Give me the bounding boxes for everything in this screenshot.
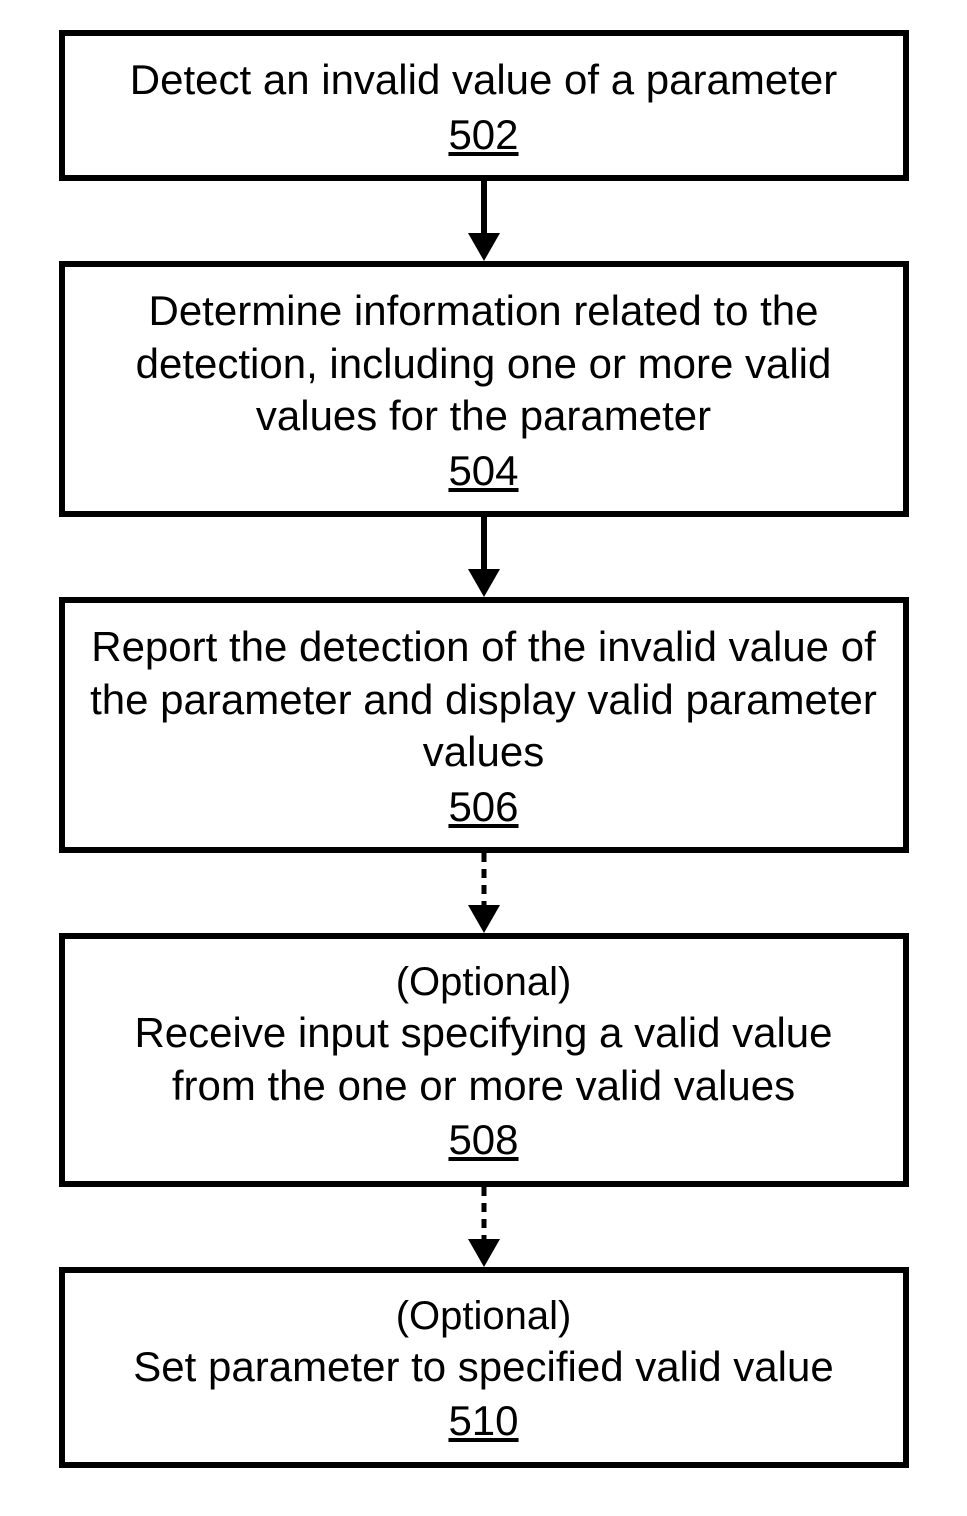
step-text: Set parameter to specified valid value — [89, 1341, 879, 1394]
connector-3 — [59, 853, 909, 933]
step-box-506: Report the detection of the invalid valu… — [59, 597, 909, 853]
step-number: 504 — [448, 445, 518, 498]
arrow-down-icon — [454, 517, 514, 597]
flowchart-container: Detect an invalid value of a parameter 5… — [0, 0, 967, 1508]
step-box-510: (Optional) Set parameter to specified va… — [59, 1267, 909, 1468]
optional-tag: (Optional) — [89, 1291, 879, 1341]
step-number: 508 — [448, 1114, 518, 1167]
step-number: 510 — [448, 1395, 518, 1448]
step-text: Report the detection of the invalid valu… — [89, 621, 879, 779]
step-text: Detect an invalid value of a parameter — [89, 54, 879, 107]
step-box-508: (Optional) Receive input specifying a va… — [59, 933, 909, 1187]
step-number: 502 — [448, 109, 518, 162]
step-box-502: Detect an invalid value of a parameter 5… — [59, 30, 909, 181]
connector-4 — [59, 1187, 909, 1267]
step-box-504: Determine information related to the det… — [59, 261, 909, 517]
step-text: Receive input specifying a valid value f… — [89, 1007, 879, 1112]
step-text: Determine information related to the det… — [89, 285, 879, 443]
step-number: 506 — [448, 781, 518, 834]
optional-tag: (Optional) — [89, 957, 879, 1007]
connector-1 — [59, 181, 909, 261]
arrow-down-dashed-icon — [454, 853, 514, 933]
connector-2 — [59, 517, 909, 597]
arrow-down-icon — [454, 181, 514, 261]
arrow-down-dashed-icon — [454, 1187, 514, 1267]
